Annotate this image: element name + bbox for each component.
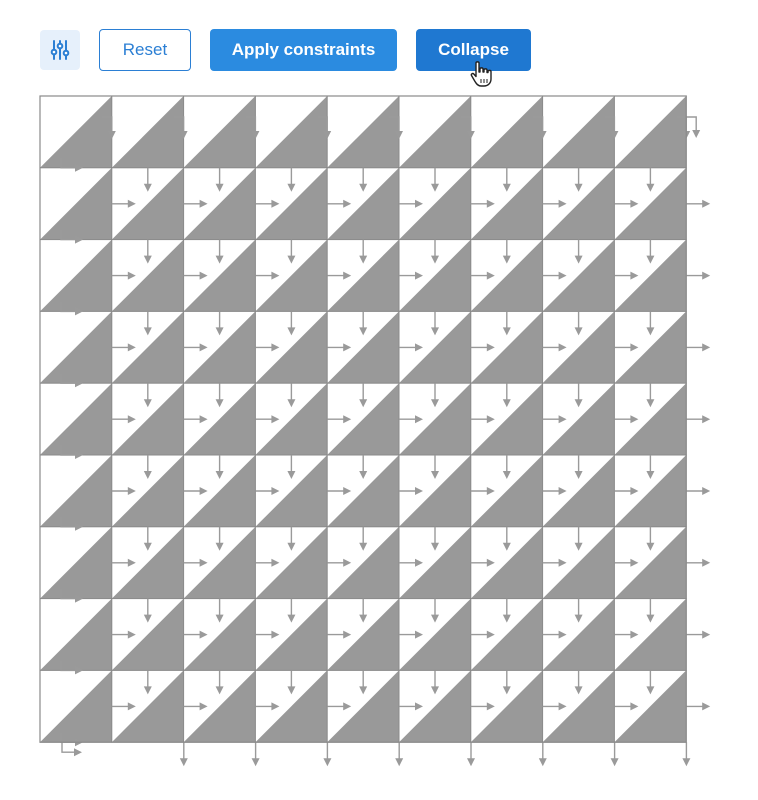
arrow-head-down [179,758,188,767]
reset-button[interactable]: Reset [99,29,191,71]
tile-grid [39,95,711,767]
arrow-head-down [395,758,404,767]
arrow-head-down [538,758,547,767]
arrow-head-down [610,758,619,767]
arrow-head-down [692,130,701,138]
arrow-head-down [682,758,691,767]
arrow-head-right [702,702,711,711]
arrow-head-right [702,630,711,639]
arrow-head-down [323,758,332,767]
arrow-head-right [702,199,711,208]
elbow-arrow [686,116,697,132]
toolbar: Reset Apply constraints Collapse [0,0,758,90]
arrow-head-right [702,271,711,280]
arrow-head-right [702,343,711,352]
arrow-head-down [467,758,475,767]
arrow-head-right [702,415,711,424]
arrow-head-right [702,558,711,567]
sliders-icon [50,40,70,60]
apply-constraints-button[interactable]: Apply constraints [210,29,397,71]
arrow-head-right [74,748,82,757]
arrow-head-down [251,758,260,767]
settings-button[interactable] [40,30,80,70]
arrow-head-right [702,487,711,495]
elbow-arrow [61,742,76,753]
